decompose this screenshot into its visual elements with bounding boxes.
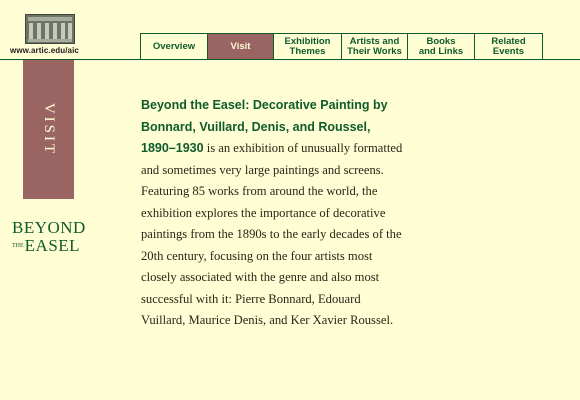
nav-related-events[interactable]: Related Events [475, 34, 542, 59]
section-label: VISIT [41, 102, 58, 157]
building-facade-icon [26, 15, 74, 43]
site-url-link[interactable]: www.artic.edu/aic [10, 46, 79, 55]
art-institute-logo[interactable] [25, 14, 75, 44]
section-banner: VISIT [23, 60, 74, 199]
exhibition-logo-line1: BEYOND [12, 218, 86, 237]
nav-exhibition-themes[interactable]: Exhibition Themes [274, 34, 342, 59]
nav-books-and-links[interactable]: Books and Links [408, 34, 475, 59]
exhibition-logo-line2: EASEL [24, 236, 81, 255]
nav-overview[interactable]: Overview [141, 34, 208, 59]
nav-artists-and-their-works[interactable]: Artists and Their Works [342, 34, 408, 59]
exhibition-logo-the: THE [12, 243, 24, 249]
exhibition-description: Beyond the Easel: Decorative Painting by… [141, 95, 406, 332]
exhibition-logo[interactable]: BEYOND THE EASEL [12, 219, 86, 255]
nav-visit[interactable]: Visit [208, 34, 274, 59]
exhibition-body: is an exhibition of unusually formatted … [141, 141, 403, 327]
main-nav: Overview Visit Exhibition Themes Artists… [140, 33, 543, 60]
